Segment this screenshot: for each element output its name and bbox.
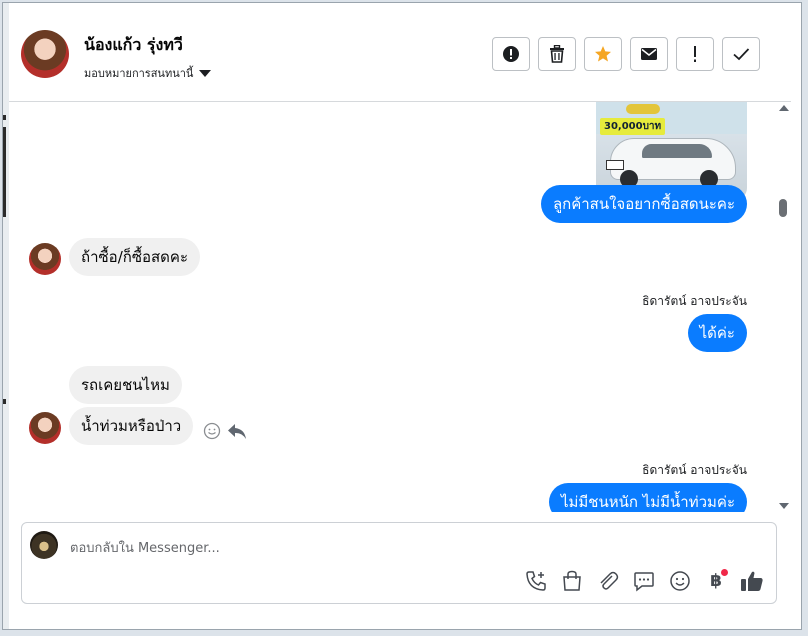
page-avatar xyxy=(30,531,58,559)
rail-marker xyxy=(3,115,6,120)
caret-down-icon xyxy=(199,70,212,77)
thread-scrollbar[interactable] xyxy=(777,103,791,511)
messenger-window: น้องแก้ว รุ่งทวี มอบหมายการสนทนานี้ 30,0… xyxy=(2,2,802,630)
alert-circle-icon xyxy=(503,46,519,62)
speech-bubble-dots-icon xyxy=(634,572,654,592)
baht-icon: ฿ xyxy=(710,571,722,591)
follow-up-button[interactable] xyxy=(676,37,714,71)
conversation-header: น้องแก้ว รุ่งทวี มอบหมายการสนทนานี้ xyxy=(9,3,791,102)
contact-avatar-small[interactable] xyxy=(29,412,61,444)
assign-label: มอบหมายการสนทนานี้ xyxy=(84,67,194,80)
message-hover-actions xyxy=(203,422,247,444)
payment-button[interactable]: ฿ xyxy=(704,569,728,593)
assign-conversation-dropdown[interactable]: มอบหมายการสนทนานี้ xyxy=(84,64,212,82)
checkmark-icon xyxy=(733,48,750,61)
exclamation-icon xyxy=(694,46,696,62)
message-bubble-outgoing[interactable]: ไม่มีชนหนัก ไม่มีน้ำท่วมค่ะ xyxy=(548,483,747,512)
rail-marker xyxy=(3,399,6,404)
message-bubble-incoming[interactable]: รถเคยชนไหม xyxy=(69,366,182,404)
send-like-button[interactable] xyxy=(740,569,764,593)
mark-done-button[interactable] xyxy=(722,37,760,71)
scroll-down-arrow-icon[interactable] xyxy=(779,503,789,509)
notification-dot xyxy=(721,569,728,576)
paperclip-icon xyxy=(600,571,619,590)
photo-promo-tag xyxy=(626,104,660,114)
contact-name[interactable]: น้องแก้ว รุ่งทวี xyxy=(84,33,183,58)
header-actions xyxy=(492,37,760,71)
photo-price-tag: 30,000บาท xyxy=(600,118,666,135)
call-button[interactable] xyxy=(524,569,548,593)
emoji-react-button[interactable] xyxy=(203,422,221,444)
car-plate xyxy=(606,160,624,170)
smiley-icon xyxy=(203,422,221,440)
message-bubble-outgoing[interactable]: ลูกค้าสนใจอยากซื้อสดนะคะ xyxy=(540,185,747,223)
reply-input[interactable] xyxy=(68,533,692,563)
message-thread[interactable]: 30,000บาท ลูกค้าสนใจอยากซื้อสดนะคะ ถ้าซื… xyxy=(9,102,781,512)
scroll-thumb[interactable] xyxy=(779,199,787,217)
star-icon xyxy=(595,46,611,62)
sender-name: ธิดารัตน์ อาจประจัน xyxy=(642,463,747,477)
message-bubble-outgoing[interactable]: ได้ค่ะ xyxy=(687,314,747,352)
attach-button[interactable] xyxy=(596,569,620,593)
thumbs-up-icon xyxy=(741,571,763,591)
rail-handle[interactable] xyxy=(3,127,6,217)
reply-arrow-icon xyxy=(228,424,246,439)
saved-replies-button[interactable] xyxy=(632,569,656,593)
phone-plus-icon xyxy=(526,571,546,591)
contact-avatar-small[interactable] xyxy=(29,243,61,275)
message-composer: ฿ xyxy=(21,522,777,604)
shopping-bag-icon xyxy=(563,570,581,591)
smiley-icon xyxy=(670,571,690,591)
delete-button[interactable] xyxy=(538,37,576,71)
scroll-up-arrow-icon[interactable] xyxy=(779,105,789,111)
contact-avatar[interactable] xyxy=(21,30,69,78)
spam-button[interactable] xyxy=(492,37,530,71)
reply-button[interactable] xyxy=(227,422,247,444)
composer-tools: ฿ xyxy=(524,569,764,593)
message-bubble-incoming[interactable]: น้ำท่วมหรือป่าว xyxy=(69,407,194,445)
sender-name: ธิดารัตน์ อาจประจัน xyxy=(642,294,747,308)
star-button[interactable] xyxy=(584,37,622,71)
shop-button[interactable] xyxy=(560,569,584,593)
trash-icon xyxy=(550,45,564,63)
message-bubble-incoming[interactable]: ถ้าซื้อ/ก็ซื้อสดคะ xyxy=(69,238,201,276)
mark-unread-button[interactable] xyxy=(630,37,668,71)
car-window xyxy=(642,144,712,158)
emoji-button[interactable] xyxy=(668,569,692,593)
envelope-icon xyxy=(641,48,657,60)
